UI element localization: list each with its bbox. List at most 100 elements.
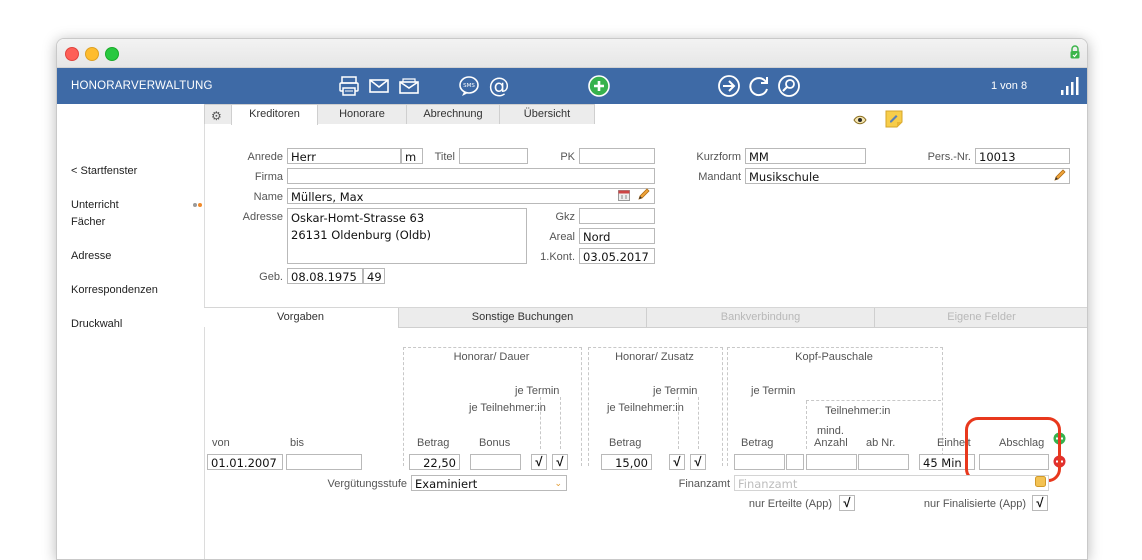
app-title: HONORARVERWALTUNG xyxy=(71,80,213,92)
kont-field[interactable]: 03.05.2017 xyxy=(579,248,655,264)
sidebar-item-druckwahl[interactable]: Druckwahl xyxy=(71,318,122,330)
persnr-label: Pers.-Nr. xyxy=(927,151,971,163)
titel-label: Titel xyxy=(434,151,455,163)
gender-field[interactable]: m xyxy=(401,148,423,164)
divider xyxy=(560,397,561,449)
add-icon[interactable] xyxy=(587,74,611,98)
tab-sonstige-buchungen[interactable]: Sonstige Buchungen xyxy=(398,308,646,328)
col-betrag-dauer-label: Betrag xyxy=(417,437,450,449)
sidebar-indicator-dots-icon xyxy=(193,203,203,208)
col-von-label: von xyxy=(212,437,230,449)
pk-field[interactable] xyxy=(579,148,655,164)
tab-vorgaben[interactable]: Vorgaben xyxy=(204,308,397,327)
kopf-extra-field[interactable] xyxy=(786,454,804,470)
sidebar-item-startfenster[interactable]: < Startfenster xyxy=(71,165,137,177)
eye-icon[interactable] xyxy=(853,115,867,125)
titel-field[interactable] xyxy=(459,148,528,164)
app-window: HONORARVERWALTUNG SMS @ 1 von 8 < Startf… xyxy=(56,38,1088,560)
betrag-zusatz-field[interactable]: 15,00 xyxy=(601,454,652,470)
tab-abrechnung[interactable]: Abrechnung xyxy=(406,104,500,124)
sidebar-item-korrespondenzen[interactable]: Korrespondenzen xyxy=(71,284,158,296)
note-icon[interactable] xyxy=(885,110,903,128)
printer-icon[interactable] xyxy=(337,74,361,98)
verguetung-label: Vergütungsstufe xyxy=(327,478,407,490)
tab-uebersicht[interactable]: Übersicht xyxy=(499,104,595,124)
open-mail-icon[interactable] xyxy=(397,74,421,98)
je-termin-kopf-label: je Termin xyxy=(751,385,796,397)
sidebar: < Startfenster Unterricht Fächer Adresse… xyxy=(57,104,205,559)
tab-eigene-felder: Eigene Felder xyxy=(874,308,1087,328)
mail-icon[interactable] xyxy=(367,74,391,98)
tab-kreditoren[interactable]: Kreditoren xyxy=(231,104,318,125)
gkz-label: Gkz xyxy=(555,211,575,223)
mind-anzahl-field[interactable] xyxy=(806,454,857,470)
sms-icon[interactable]: SMS xyxy=(457,74,481,98)
top-tabs: ⚙ Kreditoren Honorare Abrechnung Übersic… xyxy=(204,104,1087,125)
finanzamt-lookup-icon[interactable] xyxy=(1035,476,1046,487)
sidebar-item-faecher[interactable]: Fächer xyxy=(71,216,105,228)
signal-icon[interactable] xyxy=(1057,74,1081,98)
je-termin-zusatz-label: je Termin xyxy=(653,385,698,397)
forward-icon[interactable] xyxy=(717,74,741,98)
col-abnr-label: ab Nr. xyxy=(866,437,896,449)
anrede-field[interactable]: Herr xyxy=(287,148,401,164)
persnr-field[interactable]: 10013 xyxy=(975,148,1070,164)
kurzform-label: Kurzform xyxy=(696,151,741,163)
kurzform-field[interactable]: MM xyxy=(745,148,866,164)
divider xyxy=(698,397,699,449)
bonus-field[interactable] xyxy=(470,454,521,470)
areal-field[interactable]: Nord xyxy=(579,228,655,244)
je-termin-dauer-checkbox[interactable]: √ xyxy=(531,454,547,470)
verguetung-value: Examiniert xyxy=(415,477,478,491)
calendar-icon[interactable] xyxy=(618,189,631,202)
adresse-field[interactable]: Oskar-Homt-Strasse 63 26131 Oldenburg (O… xyxy=(287,208,527,264)
col-anzahl-label: Anzahl xyxy=(814,437,848,449)
verguetung-select[interactable]: Examiniert ⌄ xyxy=(411,475,567,491)
divider xyxy=(806,401,807,449)
tab-honorare[interactable]: Honorare xyxy=(317,104,407,124)
sidebar-item-adresse[interactable]: Adresse xyxy=(71,250,111,262)
adresse-label: Adresse xyxy=(242,211,283,223)
mandant-field[interactable]: Musikschule xyxy=(745,168,1070,184)
record-counter: 1 von 8 xyxy=(991,80,1028,92)
gkz-field[interactable] xyxy=(579,208,655,224)
col-mind-label: mind. xyxy=(817,425,844,437)
je-teilnehmer-zusatz-label: je Teilnehmer:in xyxy=(607,402,684,414)
minimize-window-button[interactable] xyxy=(85,47,99,61)
nur-erteilte-checkbox[interactable]: √ xyxy=(839,495,855,511)
ab-nr-field[interactable] xyxy=(858,454,909,470)
chevron-down-icon: ⌄ xyxy=(554,479,562,489)
sidebar-item-unterricht[interactable]: Unterricht xyxy=(71,199,119,211)
at-icon[interactable]: @ xyxy=(487,74,511,98)
bis-field[interactable] xyxy=(286,454,362,470)
betrag-kopf-field[interactable] xyxy=(734,454,785,470)
areal-label: Areal xyxy=(549,231,575,243)
name-field[interactable]: Müllers, Max xyxy=(287,188,655,204)
mandant-label: Mandant xyxy=(698,171,741,183)
refresh-icon[interactable] xyxy=(747,74,771,98)
tab-bankverbindung: Bankverbindung xyxy=(646,308,874,328)
betrag-dauer-field[interactable]: 22,50 xyxy=(409,454,460,470)
von-field[interactable]: 01.01.2007 xyxy=(207,454,283,470)
close-window-button[interactable] xyxy=(65,47,79,61)
finanzamt-field[interactable]: Finanzamt xyxy=(734,475,1049,491)
search-icon[interactable] xyxy=(777,74,801,98)
nur-finalisierte-checkbox[interactable]: √ xyxy=(1032,495,1048,511)
je-termin-zusatz-checkbox[interactable]: √ xyxy=(669,454,685,470)
group-zusatz-title: Honorar/ Zusatz xyxy=(615,351,694,363)
je-teilnehmer-dauer-label: je Teilnehmer:in xyxy=(469,402,546,414)
geb-field[interactable]: 08.08.1975 xyxy=(287,268,363,284)
firma-field[interactable] xyxy=(287,168,655,184)
zoom-window-button[interactable] xyxy=(105,47,119,61)
nur-finalisierte-label: nur Finalisierte (App) xyxy=(923,498,1026,510)
svg-text:@: @ xyxy=(489,74,510,98)
settings-tab[interactable]: ⚙ xyxy=(204,104,232,124)
je-teilnehmer-zusatz-checkbox[interactable]: √ xyxy=(690,454,706,470)
divider xyxy=(806,400,941,401)
group-dauer-title: Honorar/ Dauer xyxy=(453,351,530,363)
pencil-icon[interactable] xyxy=(637,187,651,201)
kont-label: 1.Kont. xyxy=(540,251,575,263)
je-teilnehmer-dauer-checkbox[interactable]: √ xyxy=(552,454,568,470)
mandant-pencil-icon[interactable] xyxy=(1053,168,1067,182)
firma-label: Firma xyxy=(254,171,283,183)
